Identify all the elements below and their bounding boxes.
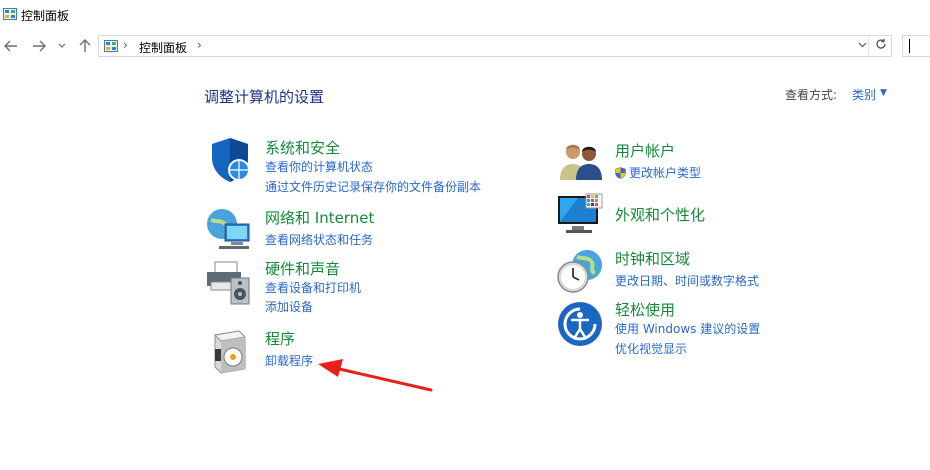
category-title[interactable]: 用户帐户 <box>615 140 675 161</box>
link-network-status[interactable]: 查看网络状态和任务 <box>265 231 373 248</box>
link-change-account-type[interactable]: 更改帐户类型 <box>615 164 701 181</box>
category-title[interactable]: 硬件和声音 <box>265 258 340 279</box>
category-title[interactable]: 系统和安全 <box>265 137 340 158</box>
navigation-bar: › 控制面板 › <box>0 34 930 60</box>
breadcrumb-control-panel[interactable]: 控制面板 <box>139 39 187 56</box>
category-title[interactable]: 轻松使用 <box>615 299 675 320</box>
search-input[interactable] <box>902 35 930 57</box>
window-title: 控制面板 <box>21 9 70 23</box>
programs-disc-icon[interactable] <box>207 327 255 375</box>
monitor-palette-icon[interactable] <box>556 192 604 240</box>
link-uninstall-program[interactable]: 卸载程序 <box>265 352 313 369</box>
ease-of-access-icon[interactable] <box>556 300 604 348</box>
page-title: 调整计算机的设置 <box>204 88 325 106</box>
title-bar: 控制面板 <box>0 0 930 32</box>
category-title[interactable]: 外观和个性化 <box>615 204 705 225</box>
clock-globe-icon[interactable] <box>557 247 605 295</box>
printer-speaker-icon[interactable] <box>205 258 253 306</box>
shield-icon[interactable] <box>206 136 254 184</box>
arrow-left-icon[interactable] <box>2 37 20 55</box>
link-add-device[interactable]: 添加设备 <box>265 298 313 315</box>
breadcrumb-chevron-icon[interactable]: › <box>197 38 202 52</box>
category-title[interactable]: 程序 <box>265 328 295 349</box>
arrow-up-icon[interactable] <box>76 37 94 55</box>
category-title[interactable]: 时钟和区域 <box>615 248 690 269</box>
arrow-right-icon[interactable] <box>30 37 48 55</box>
link-optimize-visual[interactable]: 优化视觉显示 <box>615 340 687 357</box>
chevron-down-icon[interactable] <box>56 37 68 55</box>
refresh-icon[interactable] <box>875 38 887 54</box>
uac-shield-icon <box>615 167 626 179</box>
link-devices-printers[interactable]: 查看设备和打印机 <box>265 279 361 296</box>
users-icon[interactable] <box>557 136 605 184</box>
annotation-arrow <box>318 359 433 392</box>
control-panel-icon <box>3 8 17 20</box>
divider <box>868 36 869 56</box>
view-by-dropdown[interactable]: 类别 <box>852 86 876 103</box>
control-panel-icon <box>104 40 118 52</box>
link-view-computer-status[interactable]: 查看你的计算机状态 <box>265 158 373 175</box>
chevron-down-icon[interactable]: ▼ <box>880 88 887 98</box>
breadcrumb-chevron-icon[interactable]: › <box>123 38 128 52</box>
link-file-history[interactable]: 通过文件历史记录保存你的文件备份副本 <box>265 178 481 195</box>
link-recommended-settings[interactable]: 使用 Windows 建议的设置 <box>615 320 760 337</box>
network-globe-icon[interactable] <box>205 204 253 252</box>
link-text[interactable]: 更改帐户类型 <box>629 166 701 180</box>
address-bar[interactable]: › 控制面板 › <box>98 35 892 57</box>
view-by-label: 查看方式: <box>785 88 838 102</box>
category-title[interactable]: 网络和 Internet <box>265 207 374 228</box>
text-cursor <box>909 39 910 53</box>
link-change-date-time[interactable]: 更改日期、时间或数字格式 <box>615 272 759 289</box>
chevron-down-icon[interactable] <box>858 38 867 51</box>
